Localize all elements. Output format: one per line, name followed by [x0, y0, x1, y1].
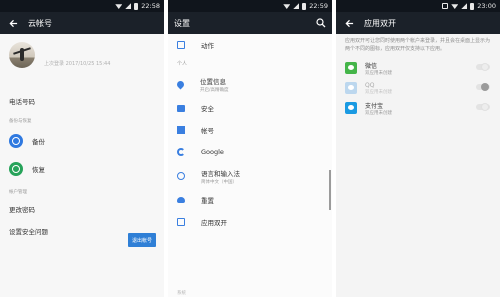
status-bar: 22:58	[0, 0, 164, 12]
logout-button[interactable]: 退出帐号	[128, 233, 156, 247]
wifi-icon	[115, 4, 123, 9]
app-bar: 云帐号	[0, 12, 164, 34]
alipay-toggle[interactable]	[476, 103, 490, 111]
settings-item-account[interactable]: 帐号	[168, 119, 332, 141]
backup-icon	[9, 134, 23, 148]
restore-label: 恢复	[32, 166, 45, 174]
backup-row[interactable]: 备份	[0, 127, 164, 155]
wifi-icon	[451, 4, 459, 9]
app-name: QQ	[365, 81, 375, 89]
settings-screen: 22:59 设置 动作 个人 位置信息 开启/高精确度 安全 帐号 Google…	[168, 0, 332, 297]
settings-item-label: Google	[201, 148, 224, 156]
status-bar: 22:59	[168, 0, 332, 12]
app-bar: 应用双开	[336, 12, 500, 34]
back-arrow-icon[interactable]	[6, 16, 20, 30]
wechat-icon	[345, 62, 357, 74]
status-time: 23:00	[477, 2, 496, 10]
restore-row[interactable]: 恢复	[0, 155, 164, 183]
group-label-system: 系统	[177, 291, 186, 296]
wifi-icon	[283, 4, 291, 9]
qq-toggle[interactable]	[476, 83, 490, 91]
settings-item-google[interactable]: Google	[168, 141, 332, 163]
settings-item-security[interactable]: 安全	[168, 97, 332, 119]
clone-icon	[177, 218, 185, 226]
change-password-row[interactable]: 更改密码	[0, 198, 164, 220]
status-time: 22:59	[309, 2, 328, 10]
globe-icon	[177, 172, 185, 180]
settings-item-gesture[interactable]: 动作	[168, 34, 332, 56]
settings-item-app-twin[interactable]: 应用双开	[168, 211, 332, 233]
location-pin-icon	[175, 79, 186, 89]
settings-item-label: 动作	[201, 42, 214, 50]
phone-number-row[interactable]: 电话号码	[0, 90, 164, 112]
app-row-qq[interactable]: QQ 双应用未创建	[336, 78, 500, 98]
avatar-figure	[20, 48, 24, 61]
profile-header: 上次登录 2017/10/25 15:44	[0, 34, 164, 90]
backup-label: 备份	[32, 138, 45, 146]
battery-icon	[302, 2, 307, 10]
settings-item-location[interactable]: 位置信息 开启/高精确度	[168, 71, 332, 97]
settings-item-label: 位置信息	[200, 77, 226, 86]
page-title: 设置	[174, 18, 190, 28]
settings-item-subtitle: 开启/高精确度	[200, 87, 229, 93]
signal-icon	[461, 3, 468, 9]
cloud-upload-icon	[177, 197, 185, 203]
last-login-text: 上次登录 2017/10/25 15:44	[44, 61, 111, 67]
account-card-icon	[177, 126, 185, 134]
group-label-personal: 个人	[177, 61, 188, 67]
signal-icon	[293, 3, 300, 9]
description-text: 应用双开可让您同时使用两个帐户来登录，并且会在桌面上显示为两个不同的图标，应用双…	[345, 38, 491, 52]
backup-section-header: 备份与恢复	[9, 119, 32, 124]
account-section-header: 帐户管理	[9, 190, 27, 195]
app-row-alipay[interactable]: 支付宝 双应用未创建	[336, 98, 500, 118]
app-name: 支付宝	[365, 102, 384, 110]
app-status: 双应用未创建	[365, 70, 392, 76]
status-time: 22:58	[141, 2, 160, 10]
restore-icon	[9, 162, 23, 176]
settings-item-subtitle: 简体中文（中国）	[201, 179, 237, 185]
gesture-icon	[177, 41, 185, 49]
cloud-account-screen: 22:58 云帐号 上次登录 2017/10/25 15:44 电话号码 备份与…	[0, 0, 164, 297]
scrollbar[interactable]	[329, 170, 331, 210]
app-status: 双应用未创建	[365, 89, 392, 95]
settings-item-reset[interactable]: 重置	[168, 189, 332, 211]
app-bar: 设置	[168, 12, 332, 34]
page-title: 云帐号	[28, 18, 52, 28]
settings-item-language[interactable]: 语言和输入法 简体中文（中国）	[168, 163, 332, 189]
google-icon	[177, 148, 185, 156]
back-arrow-icon[interactable]	[342, 16, 356, 30]
app-name: 微信	[365, 62, 378, 70]
avatar[interactable]	[9, 42, 35, 68]
settings-item-label: 语言和输入法	[201, 169, 240, 178]
settings-item-label: 安全	[201, 105, 214, 113]
settings-item-label: 重置	[201, 197, 214, 205]
lock-icon	[177, 104, 185, 112]
settings-item-label: 应用双开	[201, 219, 227, 227]
search-icon[interactable]	[316, 18, 326, 28]
status-bar: 23:00	[336, 0, 500, 12]
battery-icon	[470, 2, 475, 10]
notification-icon	[442, 3, 449, 9]
wechat-toggle[interactable]	[476, 63, 490, 71]
app-status: 双应用未创建	[365, 110, 392, 116]
app-row-wechat[interactable]: 微信 双应用未创建	[336, 58, 500, 78]
signal-icon	[125, 3, 132, 9]
alipay-icon	[345, 102, 357, 114]
battery-icon	[134, 2, 139, 10]
settings-item-label: 帐号	[201, 127, 214, 135]
app-twin-screen: 23:00 应用双开 应用双开可让您同时使用两个帐户来登录，并且会在桌面上显示为…	[336, 0, 500, 297]
qq-icon	[345, 82, 357, 94]
page-title: 应用双开	[364, 18, 396, 28]
